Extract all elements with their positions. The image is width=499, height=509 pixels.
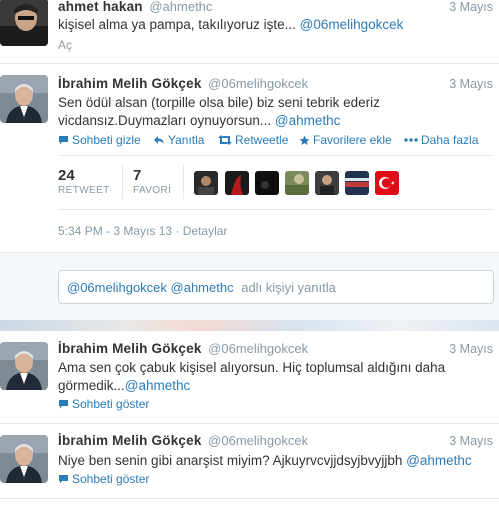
retweet-button[interactable]: Retweetle bbox=[218, 133, 288, 147]
tweet-timestamp[interactable]: 5:34 PM - 3 Mayıs 13 bbox=[58, 224, 172, 238]
stats-divider-bottom bbox=[58, 209, 494, 210]
avatar-image bbox=[225, 171, 249, 195]
tweet-date[interactable]: 3 Mayıs bbox=[449, 434, 493, 448]
retweet-label: Retweetle bbox=[235, 133, 289, 147]
details-link[interactable]: Detaylar bbox=[183, 224, 228, 238]
retweet-icon bbox=[218, 135, 232, 145]
author-handle[interactable]: @06melihgokcek bbox=[208, 433, 308, 448]
avatar-image bbox=[285, 171, 309, 195]
tweet-text-line1: Ama sen çok çabuk kişisel alıyorsun. Hiç… bbox=[58, 360, 446, 375]
tweet-expanded[interactable]: İbrahim Melih Gökçek @06melihgokcek 3 Ma… bbox=[0, 64, 499, 252]
tweet-text-line2: vicdansız.Duymazları oynuyorsun... @ahme… bbox=[58, 112, 488, 130]
avatar-ahmet-hakan[interactable] bbox=[0, 0, 48, 46]
favoriter-avatar[interactable] bbox=[375, 171, 399, 195]
avatar-image bbox=[0, 435, 48, 483]
dot-separator: · bbox=[175, 224, 183, 238]
avatar-melih-gokcek[interactable] bbox=[0, 435, 48, 483]
avatar-image bbox=[315, 171, 339, 195]
turkish-flag-icon bbox=[375, 171, 399, 195]
show-conversation-link[interactable]: Sohbeti göster bbox=[58, 472, 149, 486]
tweet-text: kişisel alma ya pampa, takılıyoruz işte.… bbox=[58, 16, 488, 34]
tweet-date[interactable]: 3 Mayıs bbox=[449, 342, 493, 356]
expand-link[interactable]: Aç bbox=[58, 38, 72, 52]
tweet-header: İbrahim Melih Gökçek @06melihgokcek bbox=[58, 341, 308, 356]
author-handle[interactable]: @06melihgokcek bbox=[208, 341, 308, 356]
reply-label: Yanıtla bbox=[168, 133, 205, 147]
retweet-count[interactable]: 24 bbox=[58, 167, 75, 184]
tweet-text-line1: Sen ödül alsan (torpille olsa bile) biz … bbox=[58, 95, 380, 110]
favorite-button[interactable]: Favorilere ekle bbox=[299, 133, 392, 147]
tweet-text-body: görmedik... bbox=[58, 378, 125, 393]
more-label: Daha fazla bbox=[421, 133, 479, 147]
favoriter-avatar[interactable] bbox=[225, 171, 249, 195]
show-conversation-link[interactable]: Sohbeti göster bbox=[58, 397, 149, 411]
hide-conversation-link[interactable]: Sohbeti gizle bbox=[58, 133, 141, 147]
favorite-label: Favorilere ekle bbox=[313, 133, 392, 147]
tweet-text-line2: görmedik...@ahmethc bbox=[58, 377, 488, 395]
avatar-image bbox=[0, 0, 48, 46]
show-conversation-label: Sohbeti göster bbox=[72, 397, 150, 411]
stats-divider-top bbox=[58, 155, 494, 156]
tweet-date[interactable]: 3 Mayıs bbox=[449, 77, 493, 91]
tweet-item[interactable]: İbrahim Melih Gökçek @06melihgokcek 3 Ma… bbox=[0, 331, 499, 424]
mention-link[interactable]: @ahmethc bbox=[275, 113, 340, 128]
tweet-header: İbrahim Melih Gökçek @06melihgokcek bbox=[58, 433, 308, 448]
background-strip bbox=[0, 320, 499, 331]
avatar-melih-gokcek[interactable] bbox=[0, 75, 48, 123]
avatar-image bbox=[0, 342, 48, 390]
favoriters-avatars bbox=[194, 171, 404, 195]
tweet-item[interactable]: İbrahim Melih Gökçek @06melihgokcek 3 Ma… bbox=[0, 424, 499, 499]
favoriter-avatar[interactable] bbox=[285, 171, 309, 195]
show-conversation-label: Sohbeti göster bbox=[72, 472, 150, 486]
mention-link[interactable]: @ahmethc bbox=[406, 453, 471, 468]
favoriter-avatar[interactable] bbox=[345, 171, 369, 195]
favoriter-avatar[interactable] bbox=[255, 171, 279, 195]
avatar-image bbox=[194, 171, 218, 195]
retweet-count-label[interactable]: RETWEET bbox=[58, 185, 110, 196]
author-handle[interactable]: @06melihgokcek bbox=[208, 76, 308, 91]
tweet-text-body: Niye ben senin gibi anarşist miyim? Ajku… bbox=[58, 453, 403, 468]
favoriter-avatar[interactable] bbox=[315, 171, 339, 195]
more-dots-icon bbox=[404, 138, 418, 142]
author-handle[interactable]: @ahmethc bbox=[149, 0, 212, 14]
tweet-text-body: vicdansız.Duymazları oynuyorsun... bbox=[58, 113, 272, 128]
tweet-date[interactable]: 3 Mayıs bbox=[449, 0, 493, 14]
speech-bubble-icon bbox=[59, 475, 68, 484]
avatar-image bbox=[0, 75, 48, 123]
speech-bubble-icon bbox=[59, 136, 68, 145]
author-name[interactable]: İbrahim Melih Gökçek bbox=[58, 433, 202, 448]
stats-separator bbox=[122, 165, 123, 199]
favoriter-avatar[interactable] bbox=[194, 171, 218, 195]
tweet-text: Ama sen çok çabuk kişisel alıyorsun. Hiç… bbox=[58, 359, 488, 395]
author-name[interactable]: ahmet hakan bbox=[58, 0, 143, 14]
reply-placeholder: adlı kişiyi yanıtla bbox=[241, 280, 336, 295]
tweet-header: İbrahim Melih Gökçek @06melihgokcek bbox=[58, 76, 308, 91]
favorite-count-label[interactable]: FAVORİ bbox=[133, 185, 171, 196]
author-name[interactable]: İbrahim Melih Gökçek bbox=[58, 76, 202, 91]
reply-mentions: @06melihgokcek @ahmethc bbox=[67, 280, 234, 295]
tweet-ahmet-hakan[interactable]: ahmet hakan @ahmethc 3 Mayıs kişisel alm… bbox=[0, 0, 499, 64]
stats-separator bbox=[183, 165, 184, 199]
speech-bubble-icon bbox=[59, 400, 68, 409]
star-icon bbox=[299, 135, 310, 145]
tweet-timestamp-row: 5:34 PM - 3 Mayıs 13 · Detaylar bbox=[58, 224, 227, 238]
reply-arrow-icon bbox=[154, 136, 164, 144]
reply-input[interactable]: @06melihgokcek @ahmethc adlı kişiyi yanı… bbox=[58, 270, 494, 304]
tweet-text-body: kişisel alma ya pampa, takılıyoruz işte.… bbox=[58, 17, 296, 32]
avatar-melih-gokcek[interactable] bbox=[0, 342, 48, 390]
avatar-image bbox=[345, 171, 369, 195]
tweet-header: ahmet hakan @ahmethc bbox=[58, 0, 212, 14]
mention-link[interactable]: @ahmethc bbox=[125, 378, 190, 393]
avatar-image bbox=[255, 171, 279, 195]
next-tweet-edge bbox=[0, 499, 499, 509]
hide-conversation-label: Sohbeti gizle bbox=[72, 133, 141, 147]
author-name[interactable]: İbrahim Melih Gökçek bbox=[58, 341, 202, 356]
tweet-text: Sen ödül alsan (torpille olsa bile) biz … bbox=[58, 94, 488, 130]
reply-button[interactable]: Yanıtla bbox=[153, 133, 204, 147]
mention-link[interactable]: @06melihgokcek bbox=[300, 17, 404, 32]
tweet-text: Niye ben senin gibi anarşist miyim? Ajku… bbox=[58, 452, 488, 470]
favorite-count[interactable]: 7 bbox=[133, 167, 141, 184]
more-button[interactable]: Daha fazla bbox=[404, 133, 478, 147]
